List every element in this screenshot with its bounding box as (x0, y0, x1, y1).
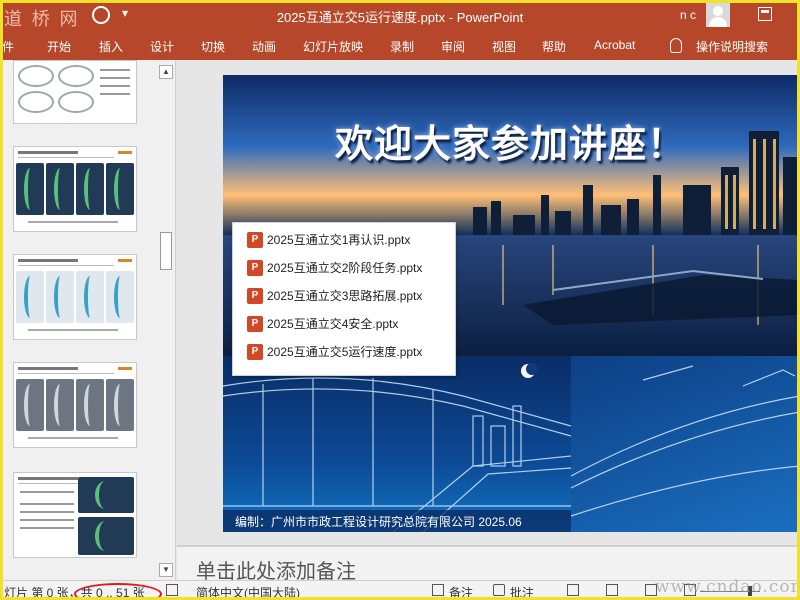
powerpoint-file-icon: P (247, 259, 263, 276)
title-bar: 道 桥 网 ▾ 2025互通立交5运行速度.pptx - PowerPoint … (0, 0, 800, 32)
powerpoint-file-icon: P (247, 287, 263, 304)
scroll-up-icon[interactable]: ▲ (159, 65, 173, 79)
tab-record[interactable]: 录制 (390, 38, 414, 55)
powerpoint-file-icon: P (247, 343, 263, 360)
file-link-item[interactable]: P 2025互通立交4安全.pptx (247, 315, 398, 337)
slide-title: 欢迎大家参加讲座！ (335, 121, 687, 166)
file-link-item[interactable]: P 2025互通立交2阶段任务.pptx (247, 259, 422, 281)
comments-button[interactable]: 批注 (510, 584, 534, 600)
ribbon-display-options-icon[interactable] (758, 7, 772, 21)
powerpoint-file-icon: P (247, 315, 263, 332)
accessibility-icon[interactable] (166, 584, 178, 596)
tab-transitions[interactable]: 切换 (201, 38, 225, 55)
slide-thumbnail[interactable] (13, 146, 137, 232)
site-watermark: www.cndao.com (655, 577, 800, 597)
avatar[interactable] (706, 3, 730, 27)
notes-pane[interactable]: 单击此处添加备注 (177, 546, 800, 583)
tab-insert[interactable]: 插入 (99, 38, 123, 55)
slide-thumbnail[interactable] (13, 362, 137, 448)
status-bar: 灯片 第 0 张，共 0 .. 51 张 简体中文(中国大陆) 备注 批注 ww… (0, 577, 800, 600)
linked-files-popup: P 2025互通立交1再认识.pptx P 2025互通立交2阶段任务.pptx P… (232, 222, 456, 376)
scrollbar-thumb[interactable] (160, 232, 172, 270)
comments-icon[interactable] (493, 584, 505, 596)
normal-view-icon[interactable] (567, 584, 579, 596)
file-link-item[interactable]: P 2025互通立交3思路拓展.pptx (247, 287, 422, 309)
thumbnail-scrollbar[interactable]: ▲ ▼ (157, 60, 175, 580)
notes-button[interactable]: 备注 (449, 584, 473, 600)
tab-file[interactable]: 件 (2, 38, 14, 55)
tab-view[interactable]: 视图 (492, 38, 516, 55)
slide-thumbnail[interactable] (13, 472, 137, 558)
bridge-lineart (223, 363, 800, 532)
slide-credit: 编制：广州市市政工程设计研究总院有限公司 2025.06 (223, 510, 571, 532)
slide-thumbnail[interactable] (13, 60, 137, 124)
scroll-down-icon[interactable]: ▼ (159, 563, 173, 577)
slide-thumbnail[interactable] (13, 254, 137, 340)
notes-icon[interactable] (432, 584, 444, 596)
lightbulb-icon (670, 38, 682, 53)
tell-me-search[interactable]: 操作说明搜索 (696, 38, 768, 55)
tab-help[interactable]: 帮助 (542, 38, 566, 55)
slide-sorter-icon[interactable] (606, 584, 618, 596)
tab-animations[interactable]: 动画 (252, 38, 276, 55)
tab-slideshow[interactable]: 幻灯片放映 (303, 38, 363, 55)
ribbon-tabs: 件 开始 插入 设计 切换 动画 幻灯片放映 录制 审阅 视图 帮助 Acrob… (0, 32, 800, 60)
file-link-item[interactable]: P 2025互通立交5运行速度.pptx (247, 343, 422, 365)
slide-thumbnail-pane: ▲ ▼ (0, 60, 176, 580)
powerpoint-file-icon: P (247, 231, 263, 248)
file-link-item[interactable]: P 2025互通立交1再认识.pptx (247, 231, 410, 253)
tab-review[interactable]: 审阅 (441, 38, 465, 55)
tab-acrobat[interactable]: Acrobat (594, 38, 635, 52)
user-name[interactable]: n c (680, 8, 696, 22)
annotation-circle (74, 583, 162, 600)
language-indicator[interactable]: 简体中文(中国大陆) (196, 584, 300, 600)
tab-design[interactable]: 设计 (150, 38, 174, 55)
tab-home[interactable]: 开始 (47, 38, 71, 55)
